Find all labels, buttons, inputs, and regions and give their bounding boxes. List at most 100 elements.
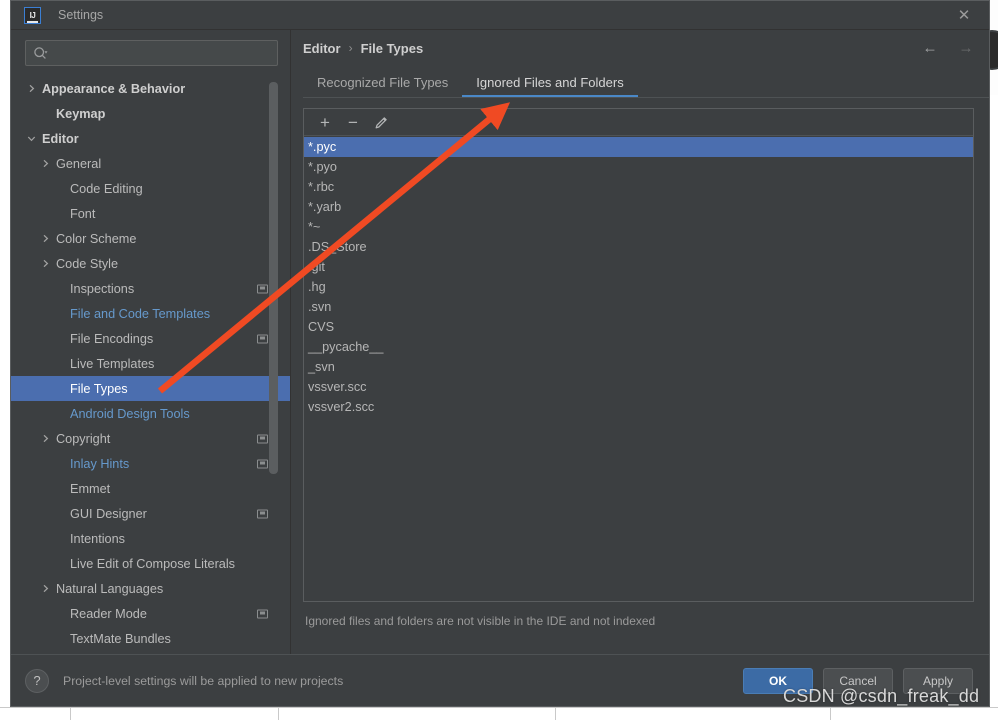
sidebar-item-textmate-bundles[interactable]: TextMate Bundles — [11, 626, 290, 651]
sidebar-item-color-scheme[interactable]: Color Scheme — [11, 226, 290, 251]
sidebar-search-wrapper — [11, 30, 290, 74]
sidebar-item-appearance-behavior[interactable]: Appearance & Behavior — [11, 76, 290, 101]
remove-icon[interactable]: − — [341, 111, 365, 133]
sidebar-item-natural-languages[interactable]: Natural Languages — [11, 576, 290, 601]
sidebar-item-live-templates[interactable]: Live Templates — [11, 351, 290, 376]
sidebar-scrollbar-thumb[interactable] — [269, 82, 278, 474]
list-item[interactable]: vssver2.scc — [304, 397, 973, 417]
desktop-tick — [70, 707, 71, 720]
sidebar-item-label: Natural Languages — [56, 581, 164, 596]
sidebar-item-label: Code Editing — [70, 181, 143, 196]
list-item[interactable]: __pycache__ — [304, 337, 973, 357]
sidebar-item-gui-designer[interactable]: GUI Designer — [11, 501, 290, 526]
list-item[interactable]: _svn — [304, 357, 973, 377]
sidebar-item-inspections[interactable]: Inspections — [11, 276, 290, 301]
sidebar-item-label: Font — [70, 206, 96, 221]
sidebar-item-font[interactable]: Font — [11, 201, 290, 226]
project-level-badge-icon — [257, 609, 268, 618]
dialog-titlebar: IJ Settings ✕ — [11, 1, 989, 30]
breadcrumb-current: File Types — [360, 40, 424, 56]
add-icon[interactable]: + — [313, 111, 337, 133]
chevron-right-icon[interactable] — [25, 82, 38, 95]
list-item[interactable]: vssver.scc — [304, 377, 973, 397]
tab-ignored-files-and-folders[interactable]: Ignored Files and Folders — [462, 75, 639, 98]
ignored-files-panel: + − *.pyc *.pyo *.rbc *.yarb *~ .DS_Store .git.… — [303, 108, 974, 602]
list-item[interactable]: *.pyc — [304, 137, 973, 157]
sidebar-item-label: General — [56, 156, 102, 171]
chevron-down-icon[interactable] — [25, 132, 38, 145]
search-icon — [33, 46, 48, 61]
watermark: CSDN @csdn_freak_dd — [783, 686, 980, 706]
dialog-body: Appearance & Behavior Keymap Editor General… — [11, 30, 989, 654]
desktop-tick — [555, 707, 556, 720]
breadcrumb: Editor › File Types ← → — [291, 30, 989, 66]
sidebar-item-file-encodings[interactable]: File Encodings — [11, 326, 290, 351]
help-icon[interactable]: ? — [25, 668, 49, 693]
settings-tree[interactable]: Appearance & Behavior Keymap Editor General… — [11, 74, 290, 654]
sidebar-item-code-style[interactable]: Code Style — [11, 251, 290, 276]
list-item[interactable]: .git — [304, 257, 973, 277]
close-icon[interactable]: ✕ — [951, 2, 977, 28]
list-item[interactable]: *~ — [304, 217, 973, 237]
sidebar-item-label: File and Code Templates — [70, 306, 211, 321]
sidebar-item-label: Emmet — [70, 481, 111, 496]
list-item[interactable]: .hg — [304, 277, 973, 297]
sidebar-item-label: Live Templates — [70, 356, 155, 371]
desktop-tick — [278, 707, 279, 720]
chevron-right-icon[interactable] — [39, 582, 52, 595]
search-box[interactable] — [25, 40, 278, 66]
list-item[interactable]: *.yarb — [304, 197, 973, 217]
sidebar-item-file-and-code-templates[interactable]: File and Code Templates — [11, 301, 290, 326]
back-arrow-icon[interactable]: ← — [921, 40, 939, 57]
sidebar-item-label: Inspections — [70, 281, 135, 296]
chevron-right-icon[interactable] — [39, 232, 52, 245]
sidebar-item-file-types[interactable]: File Types — [11, 376, 290, 401]
ignored-files-list[interactable]: *.pyc *.pyo *.rbc *.yarb *~ .DS_Store .git .hg.… — [304, 136, 973, 601]
sidebar-item-code-editing[interactable]: Code Editing — [11, 176, 290, 201]
sidebar-item-emmet[interactable]: Emmet — [11, 476, 290, 501]
tabs-underline — [303, 97, 989, 98]
sidebar-item-live-edit-of-compose-literals[interactable]: Live Edit of Compose Literals — [11, 551, 290, 576]
chevron-right-icon[interactable] — [39, 157, 52, 170]
project-level-badge-icon — [257, 284, 268, 293]
sidebar-item-copyright[interactable]: Copyright — [11, 426, 290, 451]
sidebar-item-keymap[interactable]: Keymap — [11, 101, 290, 126]
desktop-tick — [830, 707, 831, 720]
list-item[interactable]: CVS — [304, 317, 973, 337]
sidebar-item-inlay-hints[interactable]: Inlay Hints — [11, 451, 290, 476]
edit-icon[interactable] — [369, 111, 393, 133]
screenshot-root: IJ Settings ✕ Appearance & Behavior Keym… — [0, 0, 998, 720]
sidebar-item-label: Keymap — [56, 106, 106, 121]
sidebar-item-intentions[interactable]: Intentions — [11, 526, 290, 551]
list-item[interactable]: *.pyo — [304, 157, 973, 177]
chevron-right-icon[interactable] — [39, 432, 52, 445]
file-types-tabs: Recognized File Types Ignored Files and F… — [291, 66, 989, 98]
list-item[interactable]: .DS_Store — [304, 237, 973, 257]
list-item[interactable]: *.rbc — [304, 177, 973, 197]
breadcrumb-parent[interactable]: Editor — [303, 41, 341, 56]
forward-arrow-icon[interactable]: → — [957, 40, 975, 57]
sidebar-scrollbar-track[interactable] — [269, 74, 284, 654]
search-input[interactable] — [48, 45, 270, 61]
sidebar-item-android-design-tools[interactable]: Android Design Tools — [11, 401, 290, 426]
intellij-logo-text: IJ — [29, 10, 36, 20]
sidebar-item-label: Android Design Tools — [70, 406, 190, 421]
settings-dialog: IJ Settings ✕ Appearance & Behavior Keym… — [10, 0, 990, 707]
sidebar-item-label: GUI Designer — [70, 506, 147, 521]
sidebar-item-label: Editor — [42, 131, 79, 146]
tab-recognized-file-types[interactable]: Recognized File Types — [303, 75, 462, 98]
sidebar-item-editor[interactable]: Editor — [11, 126, 290, 151]
sidebar-item-general[interactable]: General — [11, 151, 290, 176]
list-item[interactable]: .svn — [304, 297, 973, 317]
chevron-right-icon[interactable] — [39, 257, 52, 270]
sidebar-item-reader-mode[interactable]: Reader Mode — [11, 601, 290, 626]
